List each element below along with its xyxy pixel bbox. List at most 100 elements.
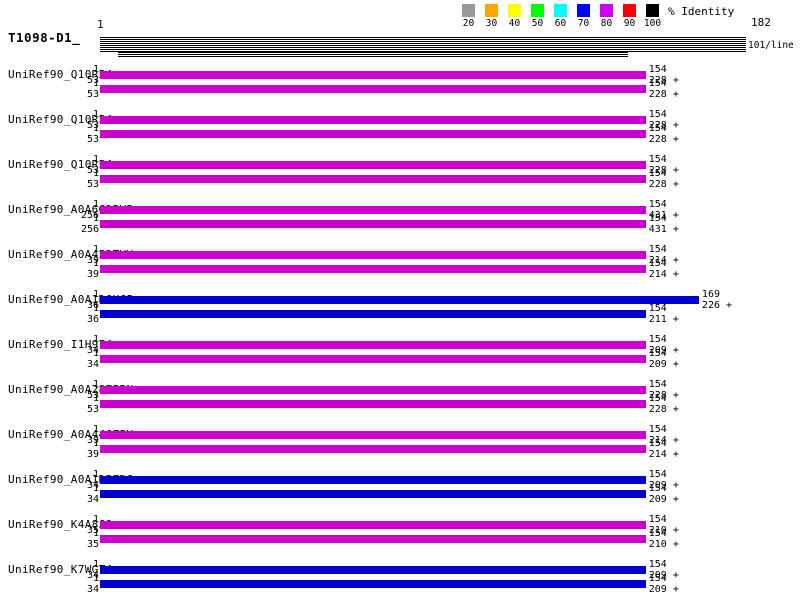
query-start-label: 1	[93, 200, 99, 209]
alignment-bar[interactable]	[100, 175, 646, 183]
query-end-label: 154	[649, 214, 667, 223]
alignment-bar[interactable]	[100, 130, 646, 138]
query-end-label: 154	[649, 529, 667, 538]
query-start-label: 1	[93, 380, 99, 389]
legend-item: 90	[623, 4, 636, 28]
subject-start-label: 256	[81, 225, 99, 234]
alignment-bar[interactable]	[100, 490, 646, 498]
query-end-label: 154	[649, 155, 667, 164]
legend-color-swatch	[462, 4, 475, 17]
hit-row: UniRef90_Q10R54153154228 +153154228 +	[0, 64, 800, 109]
query-end-label: 154	[649, 65, 667, 74]
query-start-label: 1	[93, 155, 99, 164]
legend-item: 40	[508, 4, 521, 28]
alignment-bar[interactable]	[100, 355, 646, 363]
alignment-bar[interactable]	[100, 296, 699, 304]
query-start-label: 1	[93, 515, 99, 524]
query-end-label: 154	[649, 515, 667, 524]
subject-end-strand-label: 228 +	[649, 405, 679, 414]
query-end-label: 154	[649, 574, 667, 583]
alignment-bar[interactable]	[100, 521, 646, 529]
alignment-bar[interactable]	[100, 445, 646, 453]
subject-end-strand-label: 209 +	[649, 495, 679, 504]
query-start-label: 1	[93, 335, 99, 344]
query-ruler-bar-line2	[118, 52, 628, 58]
query-start-label: 1	[93, 110, 99, 119]
alignment-bar[interactable]	[100, 71, 646, 79]
subject-start-label: 53	[87, 405, 99, 414]
subject-end-strand-label: 210 +	[649, 540, 679, 549]
query-start-label: 1	[93, 394, 99, 403]
query-start-label: 1	[93, 124, 99, 133]
hit-row: UniRef90_Q10R54153154228 +153154228 +	[0, 109, 800, 154]
query-end-label: 154	[649, 245, 667, 254]
query-end-label: 154	[649, 484, 667, 493]
query-ruler-bar-line1	[100, 37, 746, 52]
subject-start-label: 34	[87, 585, 99, 594]
alignment-bar[interactable]	[100, 251, 646, 259]
subject-end-strand-label: 226 +	[702, 301, 732, 310]
legend-color-swatch	[485, 4, 498, 17]
legend-color-swatch	[600, 4, 613, 17]
legend-percent-label: 80	[601, 19, 612, 28]
hit-row: UniRef90_Q10R54153154228 +153154228 +	[0, 154, 800, 199]
query-end-label: 169	[702, 290, 720, 299]
query-start-label: 1	[93, 65, 99, 74]
alignment-bar[interactable]	[100, 85, 646, 93]
subject-end-strand-label: 214 +	[649, 450, 679, 459]
subject-end-strand-label: 228 +	[649, 180, 679, 189]
alignment-bar[interactable]	[100, 206, 646, 214]
legend-color-swatch	[554, 4, 567, 17]
query-start-label: 1	[93, 439, 99, 448]
legend-percent-label: 100	[644, 19, 661, 28]
query-title: T1098-D1_	[8, 30, 80, 45]
legend-color-swatch	[646, 4, 659, 17]
alignment-bar[interactable]	[100, 535, 646, 543]
query-start-label: 1	[93, 529, 99, 538]
subject-start-label: 53	[87, 180, 99, 189]
subject-end-strand-label: 209 +	[649, 360, 679, 369]
hit-row: UniRef90_A0A446ZPV139154214 +139154214 +	[0, 424, 800, 469]
legend-title: % Identity	[668, 5, 734, 18]
hit-row: UniRef90_A0A287PBN153154228 +153154228 +	[0, 379, 800, 424]
hit-row: UniRef90_I1H974134154209 +134154209 +	[0, 334, 800, 379]
hit-row: UniRef90_K4A8J9135154210 +135154210 +	[0, 514, 800, 559]
subject-end-strand-label: 214 +	[649, 270, 679, 279]
alignment-bar[interactable]	[100, 341, 646, 349]
query-start-label: 1	[93, 470, 99, 479]
query-end-label: 154	[649, 110, 667, 119]
residues-per-line-label: 101/line	[748, 40, 794, 51]
alignment-bar[interactable]	[100, 161, 646, 169]
query-end-label: 154	[649, 124, 667, 133]
query-end-label: 154	[649, 470, 667, 479]
query-end-label: 154	[649, 335, 667, 344]
alignment-bar[interactable]	[100, 431, 646, 439]
alignment-bar[interactable]	[100, 265, 646, 273]
alignment-bar[interactable]	[100, 580, 646, 588]
subject-start-label: 53	[87, 90, 99, 99]
hit-row: UniRef90_A0A1D6KC5136169226 +136154211 +	[0, 289, 800, 334]
ruler-start-label: 1	[97, 18, 104, 31]
legend-percent-label: 20	[463, 19, 474, 28]
subject-end-strand-label: 228 +	[649, 135, 679, 144]
alignment-bar[interactable]	[100, 476, 646, 484]
legend-percent-label: 50	[532, 19, 543, 28]
alignment-hitmap: T1098-D1_ 2030405060708090100 % Identity…	[0, 0, 800, 600]
query-start-label: 1	[93, 214, 99, 223]
subject-end-strand-label: 209 +	[649, 585, 679, 594]
alignment-bar[interactable]	[100, 220, 646, 228]
alignment-bar[interactable]	[100, 400, 646, 408]
query-end-label: 154	[649, 304, 667, 313]
alignment-bar[interactable]	[100, 386, 646, 394]
legend-item: 80	[600, 4, 613, 28]
alignment-bar[interactable]	[100, 566, 646, 574]
alignment-bar[interactable]	[100, 310, 646, 318]
query-end-label: 154	[649, 394, 667, 403]
query-start-label: 1	[93, 259, 99, 268]
query-end-label: 154	[649, 200, 667, 209]
legend-item: 30	[485, 4, 498, 28]
identity-legend: 2030405060708090100	[462, 4, 659, 28]
legend-color-swatch	[531, 4, 544, 17]
alignment-bar[interactable]	[100, 116, 646, 124]
subject-end-strand-label: 211 +	[649, 315, 679, 324]
